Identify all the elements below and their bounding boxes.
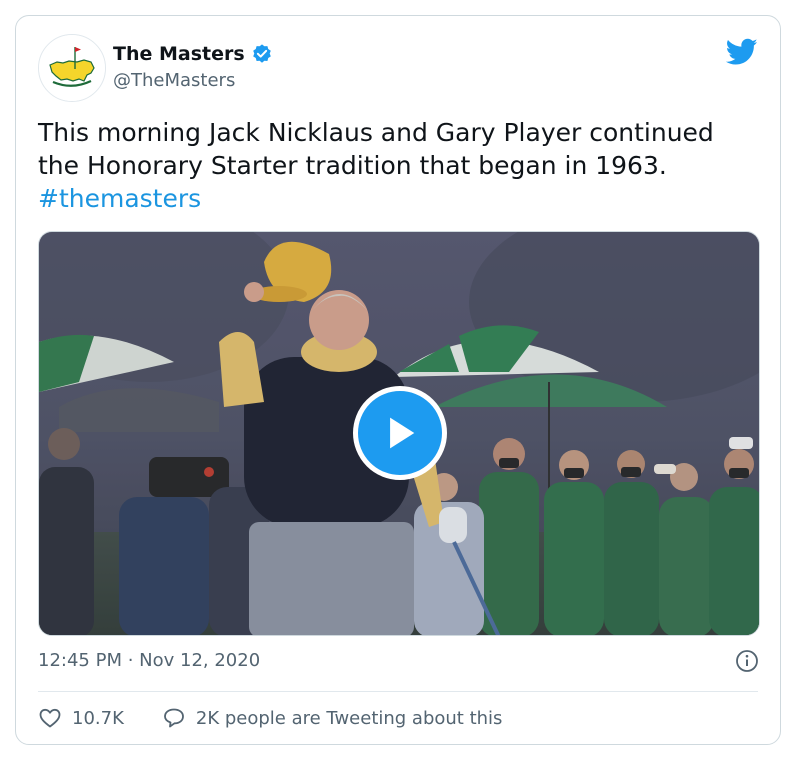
play-button[interactable]	[353, 386, 447, 480]
tweet-actions: 10.7K 2K people are Tweeting about this	[38, 706, 502, 730]
play-icon	[390, 417, 415, 449]
tweet-timestamp[interactable]: 12:45 PM · Nov 12, 2020	[38, 650, 260, 671]
user-handle[interactable]: @TheMasters	[113, 70, 235, 91]
hashtag-link[interactable]: #themasters	[38, 184, 201, 213]
display-name[interactable]: The Masters	[113, 43, 245, 65]
verified-badge-icon	[252, 44, 271, 63]
tweet-card: The Masters @TheMasters This morning Jac…	[15, 15, 781, 745]
conversation-button[interactable]: 2K people are Tweeting about this	[162, 706, 503, 730]
likes-count: 10.7K	[72, 707, 124, 729]
masters-logo-icon	[39, 35, 105, 101]
tweet-text: This morning Jack Nicklaus and Gary Play…	[38, 116, 758, 215]
conversation-label: 2K people are Tweeting about this	[195, 707, 503, 729]
tweet-body: This morning Jack Nicklaus and Gary Play…	[38, 118, 714, 180]
info-icon[interactable]	[735, 649, 759, 673]
divider	[38, 691, 758, 692]
avatar[interactable]	[38, 34, 106, 102]
video-thumbnail[interactable]	[38, 231, 760, 636]
twitter-bird-icon[interactable]	[726, 38, 758, 66]
like-button[interactable]: 10.7K	[38, 706, 124, 730]
heart-icon	[39, 708, 61, 728]
speech-bubble-icon	[163, 708, 184, 728]
